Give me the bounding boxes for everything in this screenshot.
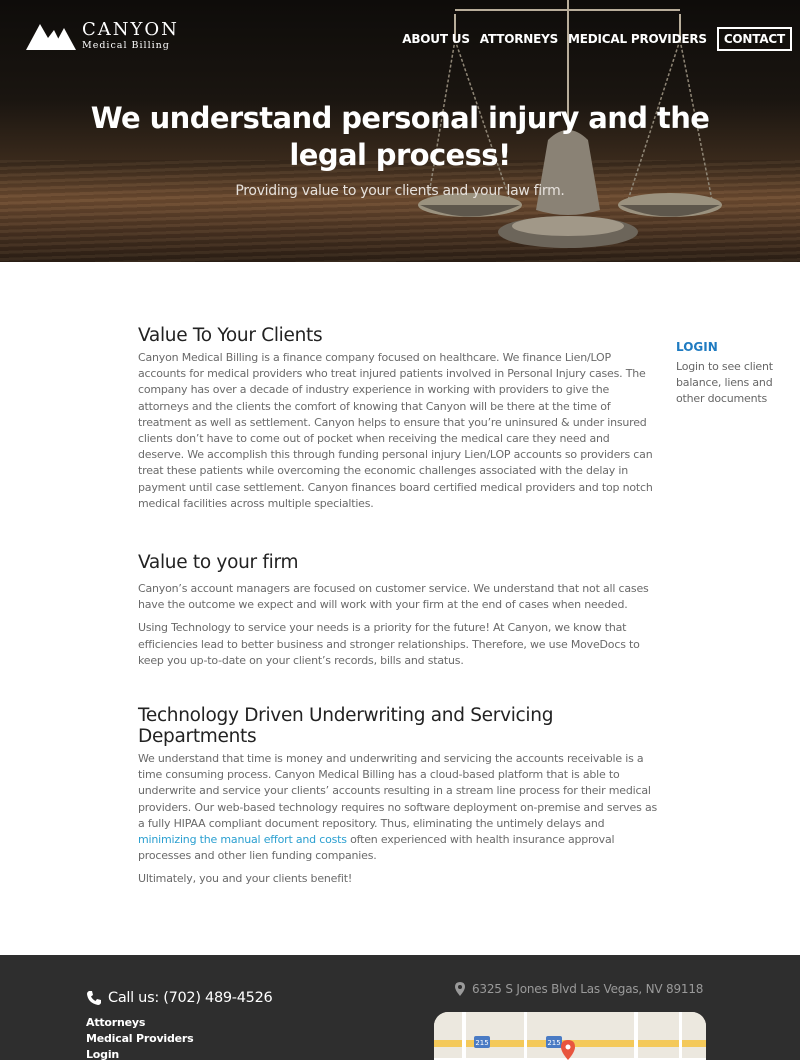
- mountain-logo-icon: [26, 24, 76, 50]
- address-text: 6325 S Jones Blvd Las Vegas, NV 89118: [472, 982, 704, 996]
- map-route-label: 215: [547, 1039, 560, 1047]
- section-technology: Technology Driven Underwriting and Servi…: [138, 705, 658, 895]
- nav-contact-button[interactable]: CONTACT: [716, 27, 792, 51]
- sidebar: LOGIN Login to see client balance, liens…: [676, 340, 786, 407]
- nav-about-us[interactable]: ABOUT US: [402, 32, 470, 46]
- section-paragraph: We understand that time is money and und…: [138, 751, 658, 864]
- logo-subtitle: Medical Billing: [82, 40, 170, 52]
- section-heading: Value To Your Clients: [138, 325, 323, 346]
- section-heading: Technology Driven Underwriting and Servi…: [138, 705, 554, 747]
- hero-subtitle: Providing value to your clients and your…: [235, 183, 565, 199]
- footer-link-attorneys[interactable]: Attorneys: [86, 1015, 194, 1031]
- section-paragraph: Canyon Medical Billing is a finance comp…: [138, 351, 653, 510]
- map-pin-icon: [455, 982, 465, 996]
- map-graphic: 215 215: [434, 1012, 706, 1060]
- section-heading: Value to your firm: [138, 552, 299, 573]
- logo-name: CANYON: [82, 19, 179, 41]
- footer-address: 6325 S Jones Blvd Las Vegas, NV 89118: [455, 982, 703, 996]
- section-paragraph: Using Technology to service your needs i…: [138, 621, 640, 667]
- footer: Call us: (702) 489-4526 Attorneys Medica…: [0, 955, 800, 1060]
- section-value-clients: Value To Your Clients Canyon Medical Bil…: [138, 325, 658, 512]
- hero-banner: CANYON Medical Billing ABOUT US ATTORNEY…: [0, 0, 800, 262]
- footer-links: Attorneys Medical Providers Login: [86, 1015, 194, 1060]
- phone-text: Call us: (702) 489-4526: [108, 990, 273, 1006]
- login-link[interactable]: LOGIN: [676, 340, 786, 354]
- logo[interactable]: CANYON Medical Billing: [26, 20, 179, 52]
- map-route-label: 215: [475, 1039, 488, 1047]
- main-nav: ABOUT US ATTORNEYS MEDICAL PROVIDERS CON…: [392, 27, 792, 51]
- nav-attorneys[interactable]: ATTORNEYS: [480, 32, 558, 46]
- section-paragraph: Canyon’s account managers are focused on…: [138, 582, 649, 612]
- section-paragraph: Ultimately, you and your clients benefit…: [138, 872, 353, 886]
- footer-link-medical-providers[interactable]: Medical Providers: [86, 1031, 194, 1047]
- hero-title: We understand personal injury and the le…: [90, 101, 710, 172]
- login-description: Login to see client balance, liens and o…: [676, 360, 773, 405]
- main-content: Value To Your Clients Canyon Medical Bil…: [138, 325, 658, 885]
- footer-phone[interactable]: Call us: (702) 489-4526: [86, 990, 273, 1006]
- paragraph-text: We understand that time is money and und…: [138, 752, 658, 830]
- section-value-firm: Value to your firm Canyon’s account mana…: [138, 552, 658, 676]
- phone-icon: [87, 991, 101, 1005]
- footer-link-login[interactable]: Login: [86, 1047, 194, 1060]
- minimizing-effort-link[interactable]: minimizing the manual effort and costs: [138, 833, 347, 846]
- location-map[interactable]: 215 215: [434, 1012, 706, 1060]
- nav-medical-providers[interactable]: MEDICAL PROVIDERS: [568, 32, 707, 46]
